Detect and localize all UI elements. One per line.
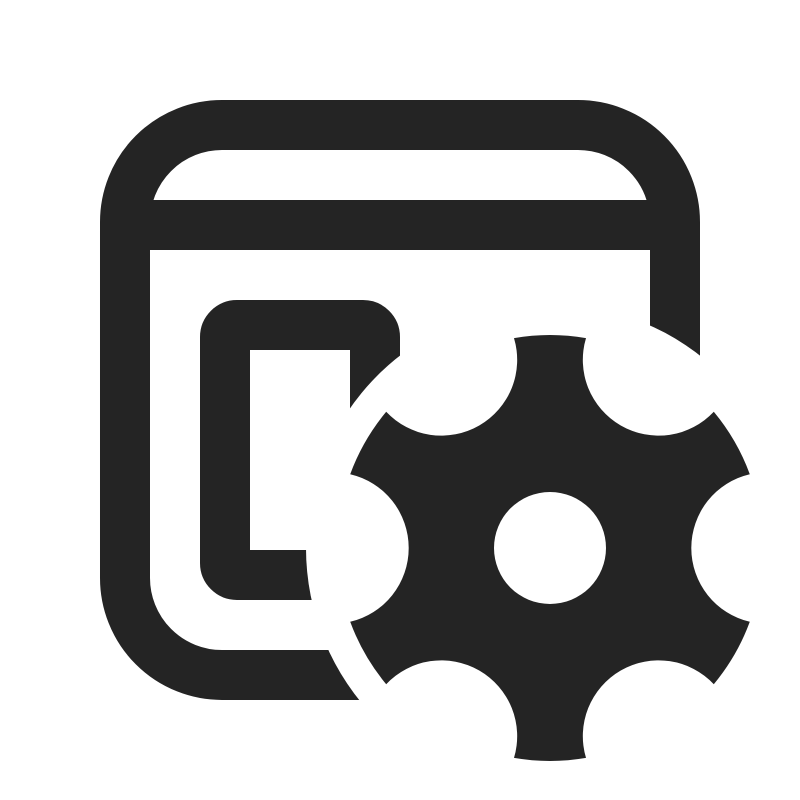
icon-canvas	[0, 0, 800, 800]
inner-panel	[200, 300, 400, 600]
window-settings-icon	[100, 100, 750, 761]
